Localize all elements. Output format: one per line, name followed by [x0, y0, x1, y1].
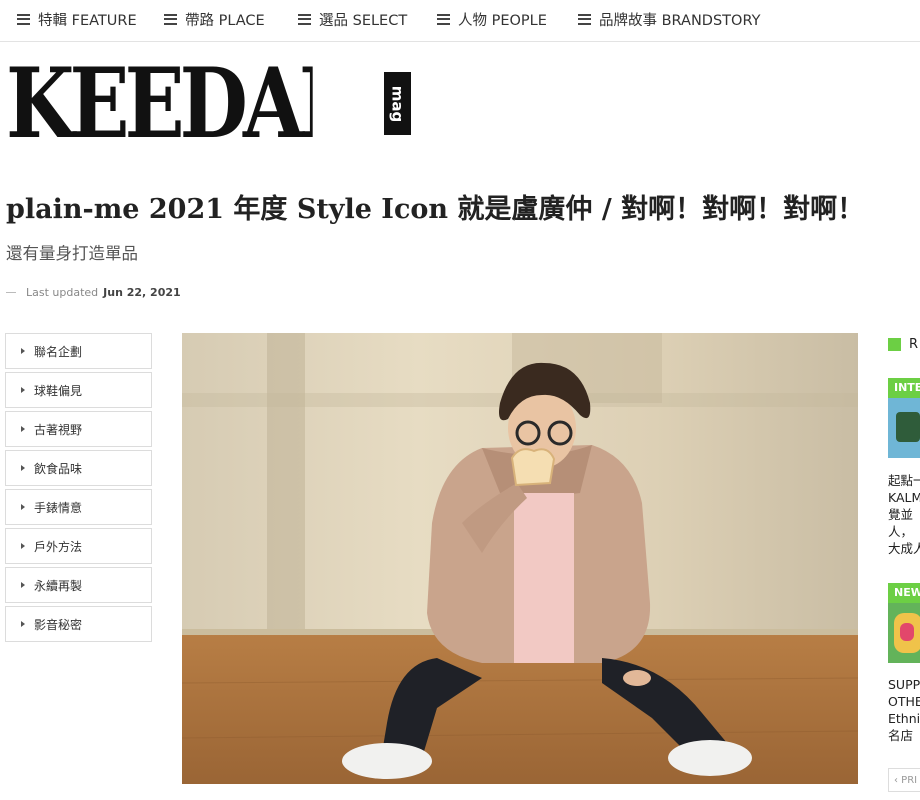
nav-item-people[interactable]: 人物 PEOPLE	[437, 9, 547, 29]
category-label: 手錶情意	[34, 500, 83, 515]
category-item[interactable]: 戶外方法	[5, 528, 152, 564]
last-updated-date: Jun 22, 2021	[103, 286, 181, 299]
menu-icon	[164, 13, 177, 25]
sidebar-post-thumbnail[interactable]: INTE	[888, 378, 920, 458]
sidebar-post-title[interactable]: SUPP OTHE Ethni 名店	[888, 676, 920, 744]
title-line: Ethni	[888, 711, 920, 726]
title-line: KALM	[888, 490, 920, 505]
category-label: 聯名企劃	[34, 344, 83, 359]
hero-image	[182, 333, 858, 784]
menu-icon	[578, 13, 591, 25]
category-label: 飲食品味	[34, 461, 83, 476]
caret-right-icon	[21, 348, 25, 354]
sidebar-post-thumbnail[interactable]: NEW	[888, 583, 920, 663]
caret-right-icon	[21, 582, 25, 588]
category-item[interactable]: 永續再製	[5, 567, 152, 603]
category-label: 古著視野	[34, 422, 83, 437]
category-item[interactable]: 影音秘密	[5, 606, 152, 642]
category-item[interactable]: 手錶情意	[5, 489, 152, 525]
category-badge: NEW	[888, 583, 920, 603]
green-square-icon	[888, 338, 901, 351]
sidebar-post-title[interactable]: 起點一 KALM 覺並 人， 大成人	[888, 472, 920, 557]
thumbnail-detail	[900, 623, 914, 641]
caret-right-icon	[21, 426, 25, 432]
category-label: 影音秘密	[34, 617, 83, 632]
title-line: 起點一	[888, 473, 920, 488]
thumbnail-figure	[896, 412, 920, 442]
top-navigation: 特輯 FEATURE 帶路 PLACE 選品 SELECT 人物 PEOPLE …	[0, 0, 920, 42]
title-line: 覺並	[888, 507, 914, 522]
nav-item-brandstory[interactable]: 品牌故事 BRANDSTORY	[578, 9, 760, 29]
title-line: 人，	[888, 524, 914, 539]
category-label: 永續再製	[34, 578, 83, 593]
sidebar-heading: R	[888, 337, 918, 352]
article-title: plain-me 2021 年度 Style Icon 就是盧廣仲 / 對啊！對…	[6, 194, 865, 225]
category-item[interactable]: 球鞋偏見	[5, 372, 152, 408]
article-meta: Last updated Jun 22, 2021	[6, 286, 181, 299]
logo-wordmark: KEEDAN	[6, 64, 313, 144]
category-item[interactable]: 聯名企劃	[5, 333, 152, 369]
article-subtitle: 還有量身打造單品	[6, 244, 138, 263]
category-label: 戶外方法	[34, 539, 83, 554]
caret-right-icon	[21, 504, 25, 510]
caret-right-icon	[21, 621, 25, 627]
caret-right-icon	[21, 543, 25, 549]
sidebar-heading-text: R	[909, 337, 919, 352]
meta-dash	[6, 292, 16, 293]
logo-mag-text: mag	[388, 85, 407, 122]
caret-right-icon	[21, 387, 25, 393]
title-line: SUPP	[888, 677, 920, 692]
nav-item-label: 品牌故事 BRANDSTORY	[599, 12, 761, 29]
category-label: 球鞋偏見	[34, 383, 83, 398]
thumbnail-image	[888, 398, 920, 458]
prev-button[interactable]: ‹ PRI	[888, 768, 920, 792]
category-item[interactable]: 古著視野	[5, 411, 152, 447]
nav-item-label: 帶路 PLACE	[185, 12, 265, 29]
category-badge: INTE	[888, 378, 920, 398]
nav-item-label: 特輯 FEATURE	[38, 12, 137, 29]
nav-item-place[interactable]: 帶路 PLACE	[164, 9, 265, 29]
last-updated-label: Last updated	[26, 286, 99, 299]
menu-icon	[17, 13, 30, 25]
thumbnail-image	[888, 603, 920, 663]
nav-item-select[interactable]: 選品 SELECT	[298, 9, 407, 29]
title-line: 名店	[888, 728, 914, 743]
nav-item-label: 人物 PEOPLE	[458, 12, 547, 29]
title-line: OTHE	[888, 694, 920, 709]
nav-item-feature[interactable]: 特輯 FEATURE	[17, 9, 137, 29]
menu-icon	[298, 13, 311, 25]
category-item[interactable]: 飲食品味	[5, 450, 152, 486]
menu-icon	[437, 13, 450, 25]
title-line: 大成人	[888, 541, 920, 556]
logo-mag-tag: mag	[384, 72, 411, 135]
category-list: 聯名企劃 球鞋偏見 古著視野 飲食品味 手錶情意 戶外方法 永續再製 影音秘密	[5, 333, 152, 645]
nav-item-label: 選品 SELECT	[319, 12, 408, 29]
caret-right-icon	[21, 465, 25, 471]
site-logo[interactable]: KEEDAN mag	[6, 64, 411, 144]
